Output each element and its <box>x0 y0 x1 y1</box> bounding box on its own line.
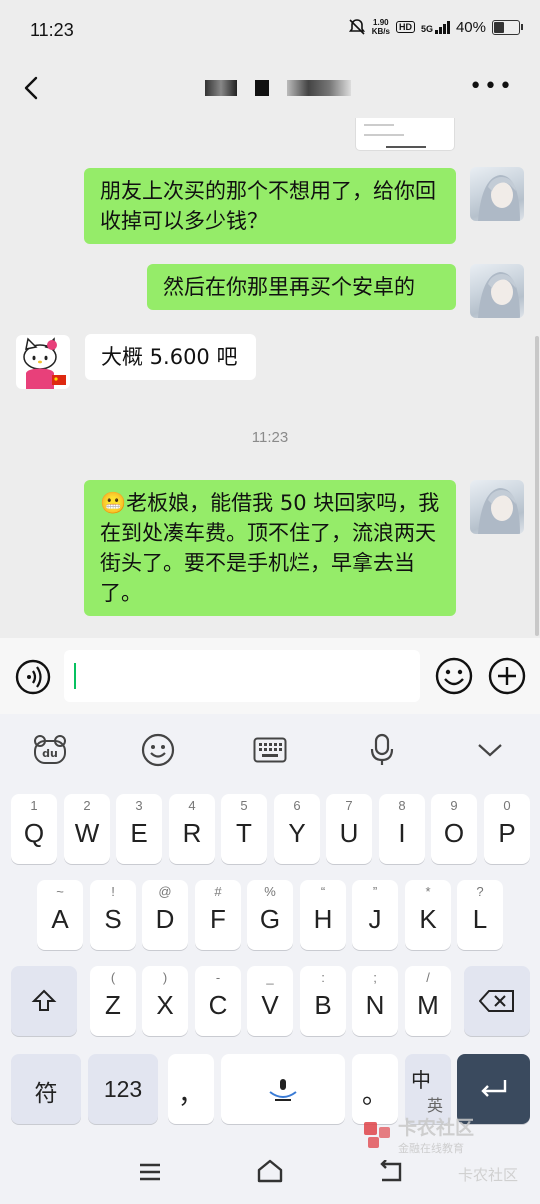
keyboard-icon[interactable] <box>250 730 290 770</box>
key-t[interactable]: 5T <box>221 794 267 864</box>
battery-percent: 40% <box>455 18 486 36</box>
status-time: 11:23 <box>30 20 74 40</box>
key-l[interactable]: ? L <box>457 880 503 950</box>
smiley-icon[interactable] <box>138 730 178 770</box>
du-logo-icon[interactable]: du <box>30 730 70 770</box>
key-h[interactable]: “H <box>300 880 346 950</box>
key-a[interactable]: ~ A <box>37 880 83 950</box>
home-nav-icon[interactable] <box>256 1158 284 1184</box>
key-n[interactable]: ; N <box>352 966 398 1036</box>
key-f[interactable]: # F <box>195 880 241 950</box>
avatar-self[interactable] <box>470 167 524 221</box>
signal-icon: 5G <box>421 20 450 34</box>
space-key[interactable] <box>221 1054 345 1124</box>
voice-space-icon <box>269 1079 297 1101</box>
message-bubble-sent[interactable]: 朋友上次买的那个不想用了，给你回收掉可以多少钱？ <box>84 168 456 244</box>
message-input[interactable] <box>64 650 420 702</box>
key-v[interactable]: _ V <box>247 966 293 1036</box>
avatar-self[interactable] <box>470 480 524 534</box>
key-e[interactable]: 3E <box>116 794 162 864</box>
microphone-icon[interactable] <box>362 730 402 770</box>
key-z[interactable]: (Z <box>90 966 136 1036</box>
symbol-key[interactable]: 符 <box>11 1054 81 1124</box>
hd-badge: HD <box>395 21 415 33</box>
message-bubble-sent[interactable]: 然后在你那里再买个安卓的 <box>147 264 456 310</box>
shift-arrow-icon <box>31 989 57 1011</box>
chat-scrollbar[interactable] <box>535 336 539 636</box>
backspace-icon <box>479 990 514 1012</box>
svg-text:du: du <box>42 747 58 760</box>
chat-area[interactable]: 朋友上次买的那个不想用了，给你回收掉可以多少钱？ 然后在你那里再买个安卓的 大概… <box>0 118 540 638</box>
back-button[interactable] <box>18 74 46 102</box>
system-nav-bar: 卡农社区 <box>0 1140 540 1204</box>
message-bubble-sent[interactable]: 😬老板娘，能借我 50 块回家吗，我在到处凑车费。顶不住了，流浪两天街头了。要不… <box>84 480 456 616</box>
voice-icon[interactable] <box>15 659 51 695</box>
grimace-emoji-icon: 😬 <box>100 491 127 515</box>
key-m[interactable]: / M <box>405 966 451 1036</box>
back-nav-icon[interactable] <box>376 1160 404 1184</box>
key-g[interactable]: % G <box>247 880 293 950</box>
network-speed: 1.90 KB/s <box>371 18 390 36</box>
number-key[interactable]: 123 <box>88 1054 158 1124</box>
more-button[interactable]: ••• <box>469 74 514 99</box>
key-b[interactable]: :B <box>300 966 346 1036</box>
key-p[interactable]: 0P <box>484 794 530 864</box>
key-w[interactable]: 2W <box>64 794 110 864</box>
input-bar <box>0 638 540 714</box>
key-x[interactable]: ) X <box>142 966 188 1036</box>
status-icons: 1.90 KB/s HD 5G 40% <box>348 18 523 36</box>
key-q[interactable]: 1Q <box>11 794 57 864</box>
battery-icon <box>492 19 523 35</box>
message-timestamp: 11:23 <box>251 429 289 446</box>
shift-key[interactable] <box>11 966 77 1036</box>
message-bubble-received[interactable]: 大概 5.600 吧 <box>85 334 256 380</box>
mute-bell-icon <box>348 19 365 35</box>
key-u[interactable]: 7U <box>326 794 372 864</box>
key-s[interactable]: ! S <box>90 880 136 950</box>
watermark-corner: 卡农社区 <box>457 1166 518 1184</box>
plus-button[interactable] <box>488 657 526 695</box>
avatar-self[interactable] <box>470 264 524 318</box>
message-text: 老板娘，能借我 50 块回家吗，我在到处凑车费。顶不住了，流浪两天街头了。要不是… <box>100 491 440 605</box>
enter-arrow-icon <box>481 1080 507 1097</box>
key-i[interactable]: 8I <box>379 794 425 864</box>
chevron-down-icon[interactable] <box>470 730 510 770</box>
backspace-key[interactable] <box>464 966 530 1036</box>
status-bar: 11:23 1.90 KB/s HD 5G 40% <box>0 0 540 62</box>
image-message-partial[interactable] <box>356 118 454 150</box>
key-c[interactable]: -C <box>195 966 241 1036</box>
key-o[interactable]: 9O <box>431 794 477 864</box>
key-d[interactable]: @ D <box>142 880 188 950</box>
text-caret <box>74 663 76 689</box>
key-k[interactable]: * K <box>405 880 451 950</box>
avatar-contact[interactable] <box>16 335 70 389</box>
chat-header: ••• <box>0 62 540 118</box>
menu-nav-icon[interactable] <box>138 1162 162 1182</box>
contact-name-redacted <box>205 80 351 96</box>
key-y[interactable]: 6Y <box>274 794 320 864</box>
emoji-button[interactable] <box>435 657 473 695</box>
comma-key[interactable]: ， <box>168 1054 214 1124</box>
key-j[interactable]: ” J <box>352 880 398 950</box>
key-r[interactable]: 4R <box>169 794 215 864</box>
